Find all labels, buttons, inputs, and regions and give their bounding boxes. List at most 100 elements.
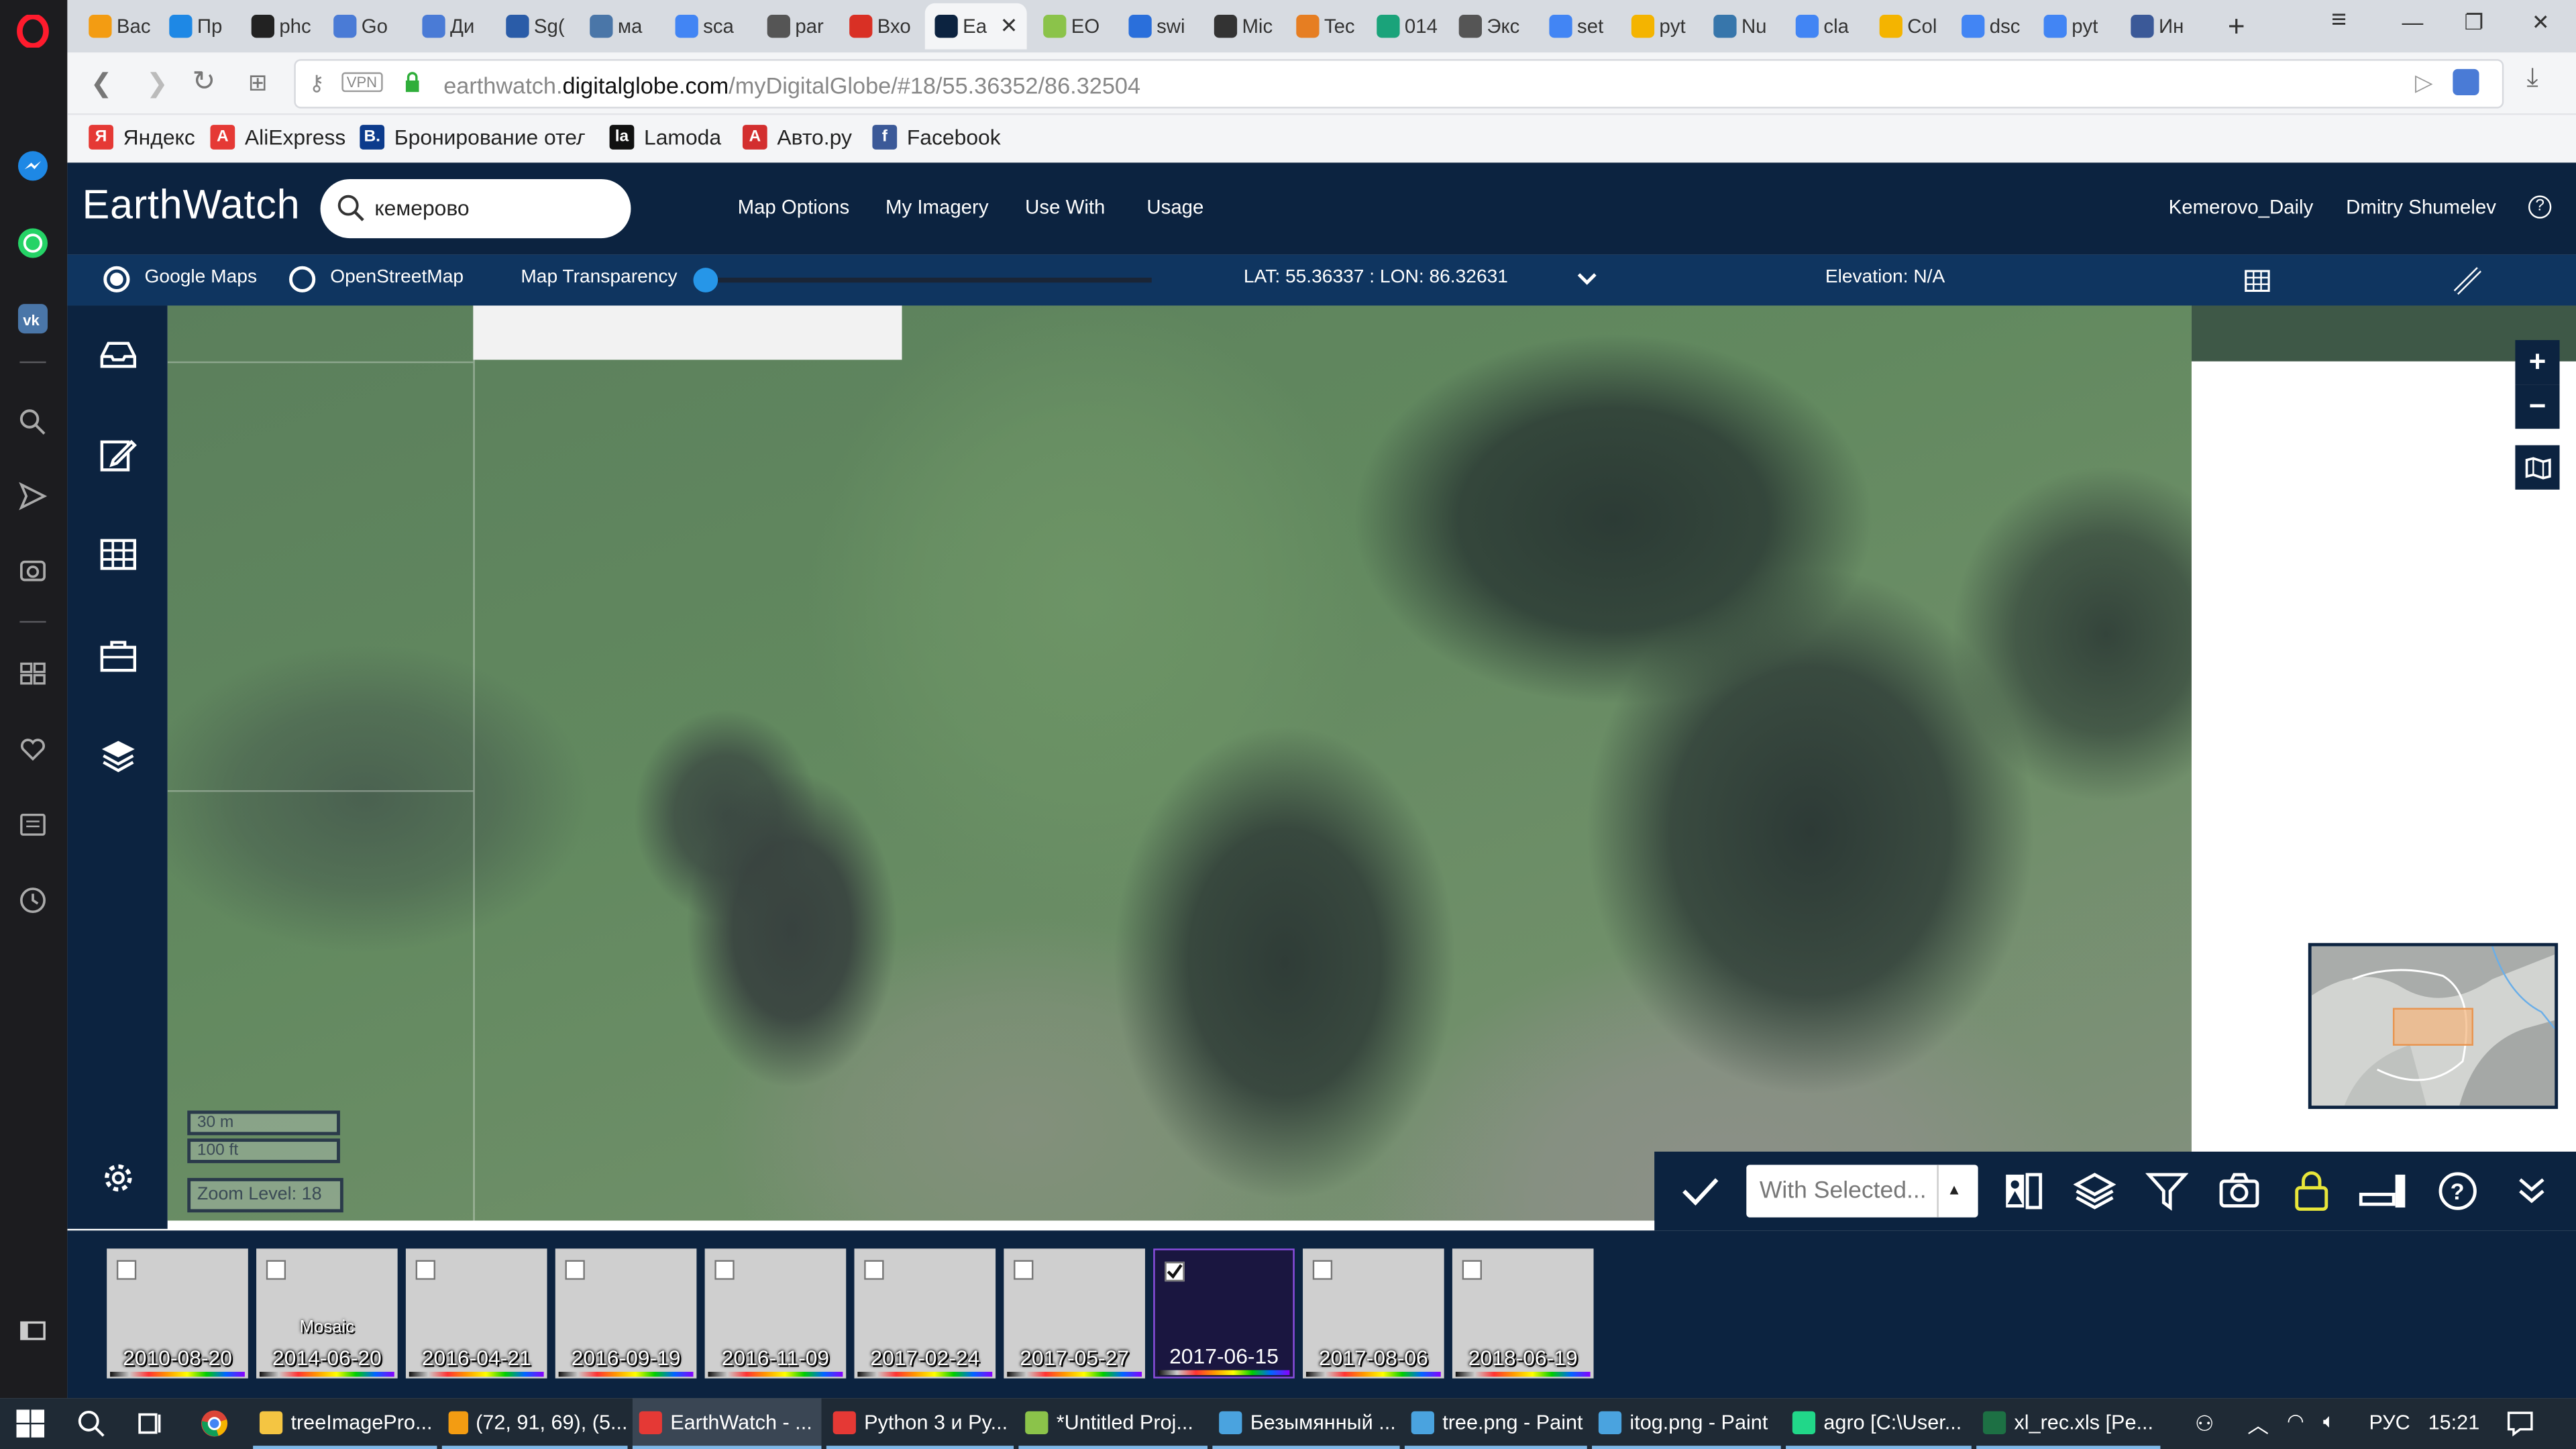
select-check-icon[interactable]	[1679, 1170, 1722, 1213]
taskbar-app[interactable]: (72, 91, 69), (5...	[441, 1398, 628, 1449]
browser-tab[interactable]: Col	[1870, 3, 1945, 50]
table-icon[interactable]	[99, 535, 138, 575]
news-icon[interactable]	[15, 806, 51, 843]
browser-tab[interactable]: Ди	[413, 3, 488, 50]
browser-tab[interactable]: swi	[1119, 3, 1198, 50]
tab-menu-icon[interactable]: ≡	[2331, 7, 2347, 36]
thumbnail-checkbox[interactable]	[266, 1260, 286, 1280]
satellite-map[interactable]: 30 m 100 ft Zoom Level: 18	[167, 305, 2192, 1221]
bookmark-item[interactable]: B. Бронирование отел	[360, 125, 585, 150]
language-indicator[interactable]: РУС	[2369, 1411, 2410, 1434]
filter-icon[interactable]	[2145, 1170, 2189, 1213]
browser-tab[interactable]: Bac	[79, 3, 155, 50]
browser-tab[interactable]: par	[757, 3, 833, 50]
taskbar-app[interactable]: EarthWatch - ...	[632, 1398, 822, 1449]
browser-tab[interactable]: Go	[323, 3, 405, 50]
back-icon[interactable]: ❮	[91, 67, 113, 100]
download-icon[interactable]: ⤓	[2527, 64, 2538, 94]
browser-tab[interactable]: pyt	[2034, 3, 2110, 50]
menu-usage[interactable]: Usage	[1146, 195, 1203, 218]
vpn-badge[interactable]: VPN	[341, 72, 382, 93]
browser-tab[interactable]: dsc	[1951, 3, 2027, 50]
opera-logo-icon[interactable]	[15, 13, 51, 50]
collapse-chevron-icon[interactable]	[2510, 1170, 2553, 1213]
translate-extension-icon[interactable]	[2453, 68, 2479, 96]
timeline-thumbnail[interactable]: 2016-09-19	[555, 1248, 697, 1379]
layers-stack-icon[interactable]	[2073, 1170, 2116, 1213]
timeline-thumbnail[interactable]: Mosaic 2014-06-20	[256, 1248, 398, 1379]
search-icon[interactable]	[77, 1409, 105, 1446]
flow-icon[interactable]	[15, 478, 51, 515]
new-tab-button[interactable]: +	[2218, 3, 2257, 50]
browser-tab[interactable]: Ин	[2121, 3, 2200, 50]
camera-icon[interactable]	[2218, 1170, 2261, 1213]
overview-minimap[interactable]	[2308, 943, 2559, 1110]
chrome-icon[interactable]	[201, 1409, 229, 1446]
timeline-thumbnail[interactable]: 2010-08-20	[107, 1248, 248, 1379]
browser-tab[interactable]: Вхо	[839, 3, 915, 50]
thumbnail-checkbox[interactable]	[714, 1260, 735, 1280]
search-icon[interactable]	[15, 404, 51, 440]
zoom-out-button[interactable]: −	[2515, 384, 2560, 429]
bookmark-item[interactable]: la Lamoda	[609, 125, 721, 150]
reload-icon[interactable]: ↻	[193, 66, 216, 99]
thumbnail-checkbox[interactable]	[1312, 1260, 1333, 1280]
browser-tab[interactable]: ма	[580, 3, 655, 50]
timeline-thumbnail[interactable]: 2016-04-21	[405, 1248, 547, 1379]
send-icon[interactable]: ▷	[2415, 69, 2432, 97]
thumbnail-checkbox[interactable]	[116, 1260, 137, 1280]
basemap-book-icon[interactable]	[2515, 445, 2560, 490]
browser-tab[interactable]: cla	[1786, 3, 1862, 50]
taskbar-app[interactable]: tree.png - Paint	[1404, 1398, 1587, 1449]
transparency-slider[interactable]	[703, 277, 1152, 283]
close-window-icon[interactable]: ✕	[2532, 10, 2550, 36]
taskbar-app[interactable]: treeImagePro...	[253, 1398, 437, 1449]
with-selected-dropdown[interactable]: With Selected... ▲	[1746, 1165, 1978, 1218]
browser-tab[interactable]: Nu	[1704, 3, 1780, 50]
close-tab-icon[interactable]: ✕	[1000, 13, 1018, 40]
taskbar-app[interactable]: Python 3 и Py...	[826, 1398, 1014, 1449]
taskbar-app[interactable]: Безымянный ...	[1212, 1398, 1400, 1449]
browser-tab[interactable]: Экс	[1449, 3, 1531, 50]
history-icon[interactable]	[15, 882, 51, 918]
browser-tab[interactable]: set	[1540, 3, 1615, 50]
browser-tab[interactable]: pyt	[1621, 3, 1697, 50]
browser-tab[interactable]: 014	[1367, 3, 1443, 50]
menu-my-imagery[interactable]: My Imagery	[885, 195, 989, 218]
whatsapp-icon[interactable]	[15, 225, 51, 262]
task-view-icon[interactable]	[135, 1409, 164, 1446]
timeline-thumbnail[interactable]: 2017-02-24	[854, 1248, 996, 1379]
url-field[interactable]: ⚷ VPN earthwatch.digitalglobe.com/myDigi…	[294, 59, 2504, 109]
edit-icon[interactable]	[99, 435, 138, 475]
tab-grid-icon[interactable]: ⊞	[248, 69, 268, 97]
grid-icon[interactable]	[2244, 268, 2270, 302]
zoom-in-button[interactable]: +	[2515, 339, 2560, 385]
browser-tab[interactable]: Tec	[1287, 3, 1362, 50]
transparency-slider-handle[interactable]	[693, 268, 718, 292]
wifi-icon[interactable]: ◠	[2287, 1409, 2304, 1432]
google-maps-label[interactable]: Google Maps	[145, 268, 258, 287]
bookmark-item[interactable]: f Facebook	[872, 125, 1001, 150]
browser-tab[interactable]: Пр	[160, 3, 235, 50]
taskbar-app[interactable]: xl_rec.xls [Pe...	[1976, 1398, 2161, 1449]
thumbnail-checkbox[interactable]	[1165, 1261, 1185, 1282]
vk-icon[interactable]: vk	[15, 301, 51, 337]
timeline-thumbnail[interactable]: 2017-08-06	[1303, 1248, 1444, 1379]
brightness-slider-icon[interactable]	[2359, 1170, 2406, 1213]
heart-icon[interactable]	[15, 731, 51, 767]
taskbar-app[interactable]: *Untitled Proj...	[1018, 1398, 1208, 1449]
bookmark-item[interactable]: A AliExpress	[210, 125, 345, 150]
windows-start-icon[interactable]	[16, 1409, 45, 1446]
browser-tab[interactable]: Mic	[1204, 3, 1280, 50]
tray-expand-icon[interactable]: ︿	[2247, 1408, 2269, 1440]
image-info-icon[interactable]	[2002, 1170, 2045, 1213]
toolbox-icon[interactable]	[99, 636, 138, 676]
location-search-input[interactable]: кемерово	[320, 178, 631, 239]
user-name[interactable]: Dmitry Shumelev	[2346, 195, 2496, 218]
bookmark-item[interactable]: Я Яндекс	[89, 125, 195, 150]
project-name[interactable]: Kemerovo_Daily	[2169, 195, 2314, 218]
browser-tab[interactable]: sca	[665, 3, 747, 50]
browser-tab[interactable]: phc	[241, 3, 317, 50]
taskbar-app[interactable]: itog.png - Paint	[1592, 1398, 1781, 1449]
snapshot-icon[interactable]	[15, 552, 51, 588]
